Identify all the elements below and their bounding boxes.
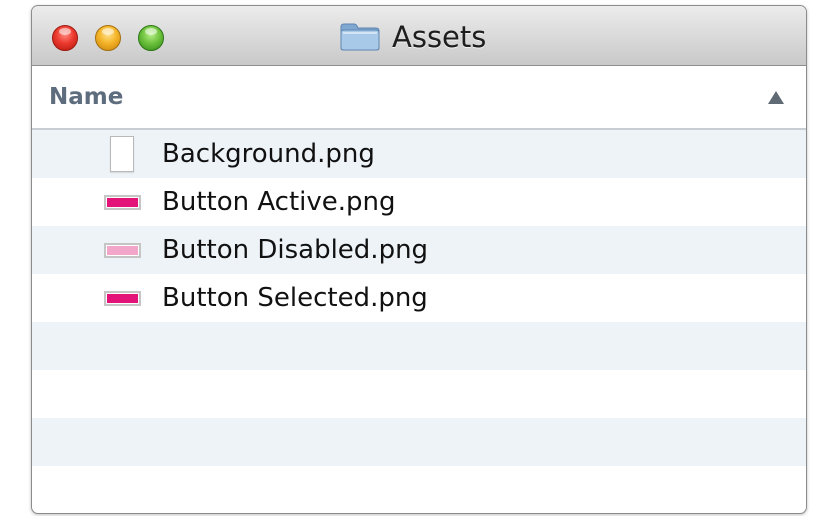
empty-row <box>32 322 806 370</box>
sort-ascending-icon[interactable] <box>768 91 784 104</box>
minimize-button[interactable] <box>95 25 121 51</box>
column-header[interactable]: Name <box>32 66 806 130</box>
empty-row <box>32 370 806 418</box>
window-title-group: Assets <box>339 20 486 54</box>
file-name: Button Selected.png <box>162 283 428 313</box>
list-item[interactable]: Button Selected.png <box>32 274 806 322</box>
file-name: Button Active.png <box>162 187 396 217</box>
file-name: Button Disabled.png <box>162 235 429 265</box>
document-icon <box>110 136 134 172</box>
file-name: Background.png <box>162 139 375 169</box>
empty-row <box>32 466 806 513</box>
light-pink-swatch-icon <box>103 242 141 258</box>
empty-row <box>32 418 806 466</box>
window-title: Assets <box>392 20 487 54</box>
finder-window: Assets Name Background.png Button Active… <box>31 5 807 514</box>
pink-swatch-icon <box>103 290 141 306</box>
list-item[interactable]: Button Active.png <box>32 178 806 226</box>
list-item[interactable]: Button Disabled.png <box>32 226 806 274</box>
title-bar[interactable]: Assets <box>32 6 806 66</box>
pink-swatch-icon <box>103 194 141 210</box>
list-item[interactable]: Background.png <box>32 130 806 178</box>
close-button[interactable] <box>52 25 78 51</box>
folder-icon <box>340 23 380 51</box>
zoom-button[interactable] <box>138 25 164 51</box>
file-list: Background.png Button Active.png Button … <box>32 130 806 513</box>
column-header-name[interactable]: Name <box>49 84 123 110</box>
